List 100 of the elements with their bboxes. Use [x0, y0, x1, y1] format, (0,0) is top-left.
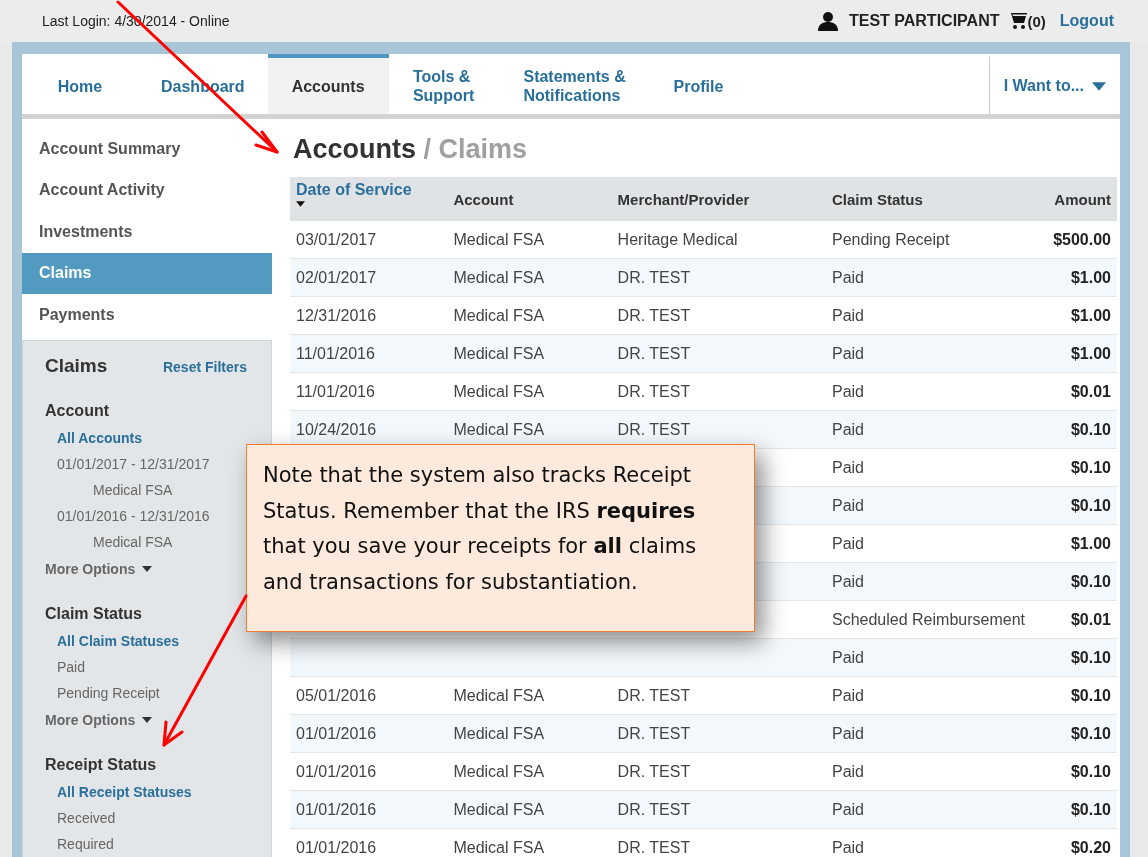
table-cell: DR. TEST	[611, 258, 826, 297]
table-cell: DR. TEST	[611, 334, 826, 373]
table-cell: $1.00	[1047, 296, 1117, 335]
table-cell: Paid	[826, 372, 1048, 411]
filter-option[interactable]: Paid	[57, 658, 86, 675]
filter-option[interactable]: All Claim Statuses	[57, 632, 180, 649]
table-cell: Medical FSA	[447, 334, 612, 373]
table-cell: 01/01/2016	[290, 714, 448, 753]
page-title: Accounts / Claims	[293, 133, 529, 165]
filter-heading: Claim Status	[45, 604, 143, 623]
table-cell: Paid	[826, 638, 1048, 677]
table-cell: Medical FSA	[447, 676, 612, 715]
table-cell: DR. TEST	[611, 752, 826, 791]
more-options-link[interactable]: More Options	[45, 560, 153, 577]
filter-option[interactable]: 01/01/2017 - 12/31/2017	[57, 455, 210, 472]
user-name: TEST PARTICIPANT	[848, 12, 1000, 30]
table-cell: Paid	[826, 524, 1048, 563]
column-header[interactable]: Amount	[1047, 177, 1117, 221]
table-cell: 03/01/2017	[290, 221, 448, 259]
sort-icon	[296, 201, 305, 207]
table-cell: 01/01/2016	[290, 752, 448, 791]
nav-tab[interactable]: Accounts	[267, 54, 389, 114]
nav-tab[interactable]: Tools & Support	[388, 54, 499, 114]
sidebar-item[interactable]: Payments	[22, 294, 272, 336]
cart-link[interactable]: (0)	[1007, 12, 1046, 30]
sidebar-item[interactable]: Account Activity	[22, 169, 272, 211]
caret-icon	[142, 565, 153, 572]
table-cell: Paid	[826, 486, 1048, 525]
nav-tab[interactable]: Home	[22, 54, 138, 114]
table-cell: 02/01/2017	[290, 258, 448, 297]
table-cell: DR. TEST	[611, 714, 826, 753]
filter-option[interactable]: All Accounts	[57, 429, 143, 446]
table-cell: $1.00	[1047, 524, 1117, 563]
user-icon	[816, 11, 839, 31]
table-cell: Medical FSA	[447, 372, 612, 411]
callout-text: Note that the system also tracks Receipt Status. Remember that the IRS requires that you save your receipts for all claims and transactions for substantiation.	[263, 462, 698, 596]
table-cell: $0.10	[1047, 790, 1117, 829]
table-cell: Scheduled Reimbursement	[826, 600, 1048, 639]
table-cell: Paid	[826, 562, 1048, 601]
table-cell: 11/01/2016	[290, 372, 448, 411]
sidebar-item[interactable]: Investments	[22, 211, 272, 253]
column-header[interactable]: Claim Status	[826, 177, 1048, 221]
table-cell: $0.10	[1047, 638, 1117, 677]
filter-title: Claims	[45, 354, 108, 377]
table-cell: Medical FSA	[447, 258, 612, 297]
filter-option[interactable]: Received	[57, 809, 116, 826]
table-cell: $0.10	[1047, 714, 1117, 753]
table-cell: Paid	[826, 676, 1048, 715]
table-cell: $0.20	[1047, 828, 1117, 857]
table-cell: Paid	[826, 714, 1048, 753]
table-cell: $500.00	[1047, 221, 1117, 259]
table-cell: Paid	[826, 258, 1048, 297]
filter-option[interactable]: All Receipt Statuses	[57, 783, 192, 800]
table-cell: Paid	[826, 410, 1048, 449]
table-cell: 11/01/2016	[290, 334, 448, 373]
column-header[interactable]: Account	[447, 177, 612, 221]
column-header[interactable]: Merchant/Provider	[611, 177, 826, 221]
table-cell: Medical FSA	[447, 790, 612, 829]
filter-option[interactable]: Medical FSA	[93, 533, 173, 550]
filter-heading: Receipt Status	[45, 755, 158, 774]
table-cell: Heritage Medical	[611, 221, 826, 259]
nav-tab[interactable]: Statements & Notifications	[498, 54, 651, 114]
table-cell: DR. TEST	[611, 676, 826, 715]
filter-option[interactable]: 01/01/2016 - 12/31/2016	[57, 507, 210, 524]
table-cell: $0.01	[1047, 600, 1117, 639]
nav-tab[interactable]: Profile	[650, 54, 747, 114]
i-want-to-dropdown[interactable]: I Want to...	[988, 54, 1120, 114]
table-cell: Paid	[826, 448, 1048, 487]
caret-icon	[142, 716, 153, 723]
table-cell: Paid	[826, 752, 1048, 791]
filter-heading: Account	[45, 401, 110, 420]
column-header[interactable]: Date of Service	[290, 177, 448, 221]
table-cell: $0.10	[1047, 486, 1117, 525]
table-cell: 01/01/2016	[290, 790, 448, 829]
table-cell: Medical FSA	[447, 714, 612, 753]
table-cell: $0.10	[1047, 562, 1117, 601]
table-cell: DR. TEST	[611, 790, 826, 829]
table-cell: $0.10	[1047, 752, 1117, 791]
table-cell: $1.00	[1047, 258, 1117, 297]
table-cell: Medical FSA	[447, 752, 612, 791]
logout-link[interactable]: Logout	[1059, 12, 1114, 30]
table-cell: 05/01/2016	[290, 676, 448, 715]
table-cell: Paid	[826, 296, 1048, 335]
table-cell: $0.10	[1047, 448, 1117, 487]
table-cell: Medical FSA	[447, 296, 612, 335]
reset-filters-link[interactable]: Reset Filters	[162, 358, 247, 375]
filter-option[interactable]: Required	[57, 835, 114, 852]
filter-option[interactable]: Pending Receipt	[57, 684, 160, 701]
more-options-link[interactable]: More Options	[45, 711, 153, 728]
filter-option[interactable]: Medical FSA	[93, 481, 173, 498]
caret-icon	[1092, 81, 1106, 91]
table-cell: 12/31/2016	[290, 296, 448, 335]
table-cell: DR. TEST	[611, 372, 826, 411]
table-cell: Paid	[826, 790, 1048, 829]
sidebar-item[interactable]: Claims	[22, 252, 272, 294]
sidebar-item[interactable]: Account Summary	[22, 128, 272, 170]
table-cell: Pending Receipt	[826, 221, 1048, 259]
table-cell: $0.01	[1047, 372, 1117, 411]
table-cell: $0.10	[1047, 410, 1117, 449]
table-cell: DR. TEST	[611, 296, 826, 335]
